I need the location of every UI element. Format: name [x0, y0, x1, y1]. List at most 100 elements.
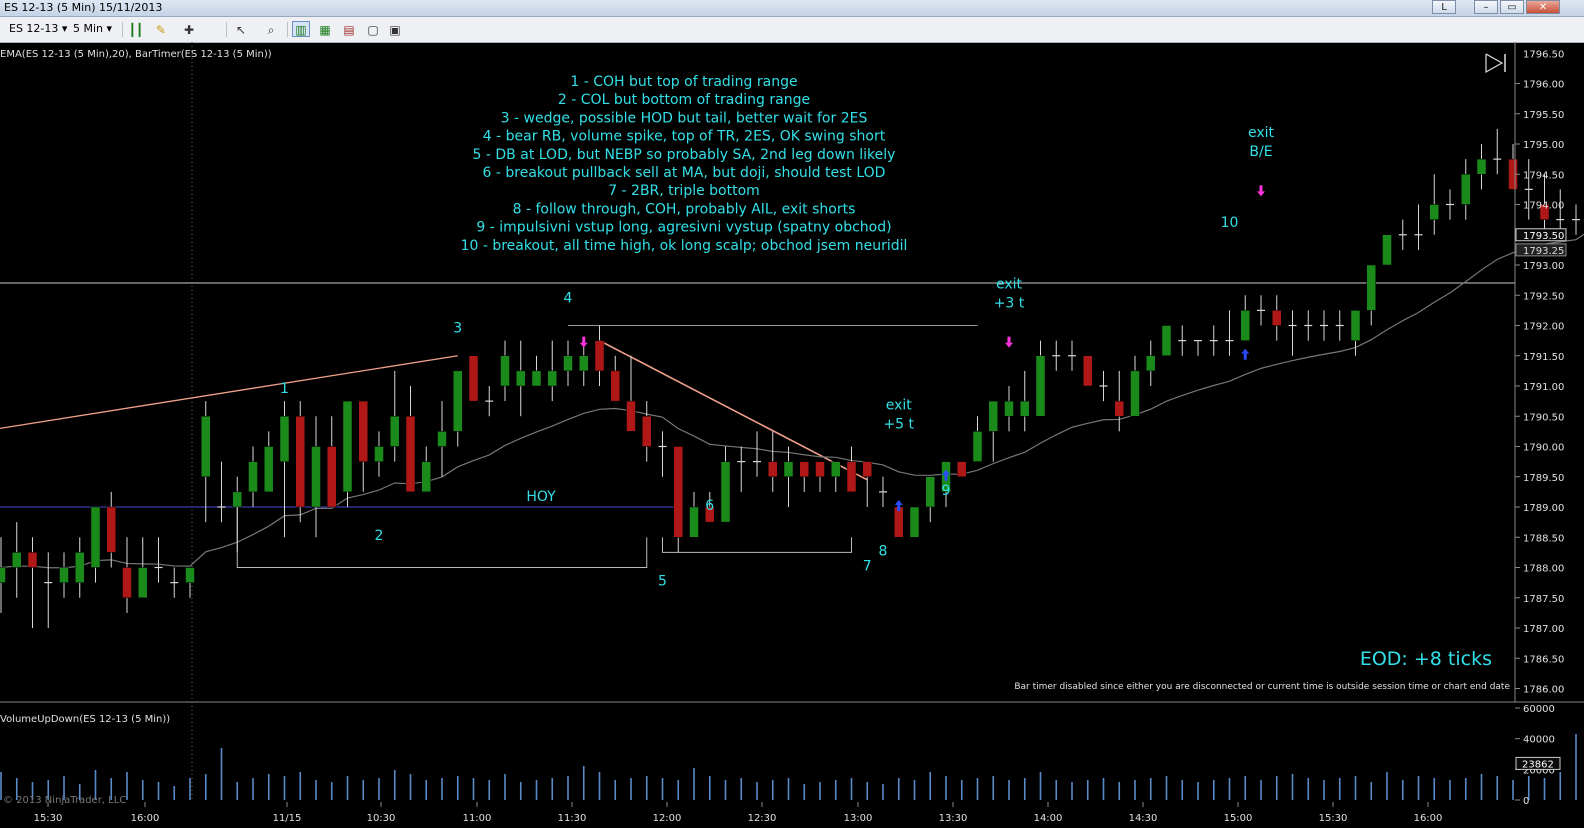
drawing-pencil-icon[interactable]: ✎ [152, 21, 170, 37]
restore-button[interactable]: L [1432, 0, 1456, 14]
candle [1476, 144, 1487, 190]
candle [1461, 159, 1471, 220]
volume-axis: 600004000020000023862 [1515, 704, 1561, 807]
candle [1130, 355, 1140, 417]
note-line: 2 - COL but bottom of trading range [558, 92, 810, 108]
volume-bars [0, 734, 1577, 800]
setup-number-label: 8 [879, 543, 888, 559]
interval-selector[interactable]: 5 Min ▾ [70, 21, 115, 37]
strategy-icon[interactable]: ▤ [340, 21, 358, 37]
candle [170, 567, 179, 598]
time-tick-label: 13:30 [939, 813, 968, 824]
candle [972, 416, 983, 462]
range-box [236, 507, 648, 568]
price-tick-label: 1787.00 [1523, 624, 1564, 635]
candle [327, 416, 337, 508]
candle [547, 340, 557, 402]
price-axis: 1796.50 1786.00 1786.50 1787.00 1787.50 1788.… [1515, 49, 1564, 696]
candle [154, 537, 163, 583]
candle [879, 476, 887, 507]
end-of-data-icon[interactable] [1485, 53, 1506, 74]
ema-price-label: 1793.25 [1523, 246, 1564, 257]
chevron-down-icon: ▾ [106, 22, 113, 35]
candle [658, 431, 667, 477]
volume-label: VolumeUpDown(ES 12-13 (5 Min)) [0, 714, 170, 725]
exit-label-line: exit [996, 276, 1023, 292]
time-tick-label: 15:00 [1224, 813, 1253, 824]
candle [1382, 234, 1392, 266]
data-box-icon[interactable]: ▦ [316, 21, 334, 37]
time-tick-label: 11:30 [558, 813, 587, 824]
setup-number-label: 1 [280, 381, 289, 397]
exit-label: exit B/E [1248, 125, 1275, 160]
time-tick-label: 16:00 [131, 813, 160, 824]
setup-number-label: 4 [564, 290, 573, 306]
ema-20-line [0, 233, 1584, 569]
plus-icon[interactable]: ✚ [180, 21, 198, 37]
sell-arrow-icon [579, 336, 588, 348]
bar-style-icon[interactable]: ┃┃ [127, 21, 145, 37]
note-line: 5 - DB at LOD, but NEBP so probably SA, … [473, 147, 896, 163]
candle [264, 431, 274, 493]
candle [1320, 310, 1328, 341]
candle [815, 461, 825, 492]
time-tick-label: 14:30 [1129, 813, 1158, 824]
toolbar-separator [287, 22, 288, 37]
setup-number-label: 6 [705, 498, 714, 514]
hoy-line: HOY [0, 489, 679, 508]
time-tick-label: 14:00 [1034, 813, 1063, 824]
candle [988, 400, 998, 462]
minimize-button[interactable]: – [1474, 0, 1498, 14]
candle [1414, 204, 1423, 250]
toolbar-separator [122, 22, 123, 37]
time-tick-label: 15:30 [1319, 813, 1348, 824]
candle [1068, 340, 1076, 371]
candle [799, 461, 809, 492]
candle [1209, 325, 1218, 356]
candle [1099, 370, 1108, 402]
cursor-icon[interactable]: ↖ [232, 21, 250, 37]
price-tick-label: 1786.50 [1523, 654, 1564, 665]
price-tick-label: 1792.50 [1523, 291, 1564, 302]
candle [1240, 295, 1250, 341]
candle [783, 446, 794, 507]
print-icon[interactable]: ▣ [386, 21, 404, 37]
candle [342, 400, 353, 507]
sell-arrow-icon [1005, 336, 1013, 348]
price-tick-label: 1788.50 [1523, 533, 1564, 544]
candle [122, 537, 132, 613]
candle [894, 506, 904, 538]
note-line: 8 - follow through, COH, probably AIL, e… [513, 201, 856, 217]
candle [1288, 310, 1297, 356]
chart-trader-icon[interactable]: ▥ [292, 21, 310, 37]
price-chart[interactable]: HOY 1 2 3 4 5 6 78 9 10 exit +5 t exit +3 t exit B/E E… [0, 42, 1584, 828]
candle [1225, 310, 1234, 356]
candle [1366, 264, 1376, 326]
candle [75, 537, 85, 598]
instrument-selector[interactable]: ES 12-13 ▾ [6, 21, 70, 37]
candle [279, 401, 290, 538]
time-tick-label: 15:30 [34, 813, 63, 824]
window-title: ES 12-13 (5 Min) 15/11/2013 [4, 1, 163, 14]
zoom-icon[interactable]: ⌕ [262, 21, 280, 37]
candle [500, 340, 510, 402]
candle [138, 537, 148, 598]
setup-number-label: 9 [942, 483, 951, 499]
time-tick-label: 16:00 [1414, 813, 1443, 824]
candle [610, 355, 620, 402]
toolbar-separator [226, 22, 227, 37]
price-tick-label: 1792.00 [1523, 322, 1564, 333]
annotations: 1 2 3 4 5 6 78 9 10 exit +5 t exit +3 t exit B/E [280, 125, 1274, 589]
maximize-button[interactable]: ▭ [1500, 0, 1524, 14]
chart-toolbar: ES 12-13 ▾ 5 Min ▾ ┃┃ ✎ ✚ ↖ ⌕ ▥ ▦ ▤ ▢ ▣ [0, 17, 1584, 43]
candle [90, 506, 101, 583]
candle [516, 340, 526, 417]
price-tick-label: 1788.00 [1523, 564, 1564, 575]
setup-number-label: 3 [453, 321, 462, 337]
candle [1114, 370, 1124, 432]
properties-icon[interactable]: ▢ [364, 21, 382, 37]
candle [421, 446, 431, 493]
close-button[interactable]: ✕ [1526, 0, 1560, 14]
price-tick-label: 1789.00 [1523, 503, 1564, 514]
time-tick-label: 10:30 [367, 813, 396, 824]
